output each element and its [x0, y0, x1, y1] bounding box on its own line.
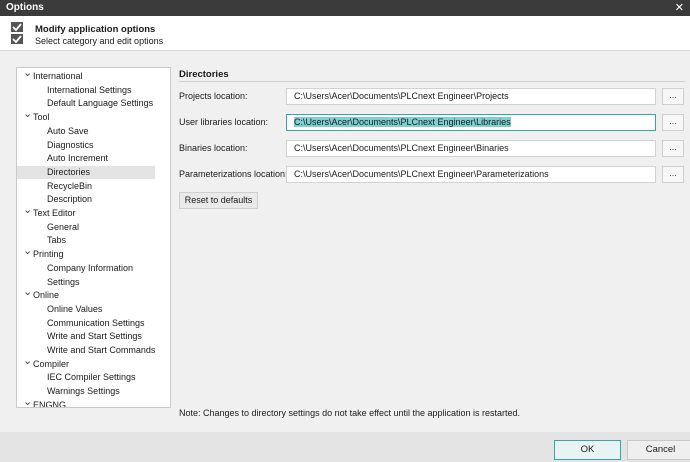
reset-to-defaults-button[interactable]: Reset to defaults [179, 192, 258, 209]
tree-item[interactable]: Communication Settings [17, 317, 155, 330]
chevron-down-icon[interactable]: ⌄ [23, 68, 32, 80]
tree-item[interactable]: ⌄ Tool [17, 108, 155, 124]
tree-item-label: Communication Settings [47, 317, 145, 328]
binaries-location-label: Binaries location: [179, 143, 248, 153]
tree-item[interactable]: RecycleBin [17, 180, 155, 193]
dialog-header: Modify application options Select catego… [0, 16, 690, 51]
tree-item[interactable]: IEC Compiler Settings [17, 371, 155, 384]
tree-item-label: Auto Save [47, 125, 89, 136]
tree-item-label: Tool [33, 112, 50, 123]
tree-item[interactable]: Auto Increment [17, 152, 155, 165]
tree-item[interactable]: Diagnostics [17, 139, 155, 152]
chevron-down-icon[interactable]: ⌄ [23, 355, 32, 368]
tree-item-label: Auto Increment [47, 153, 109, 164]
parameterizations-location-value: C:\Users\Acer\Documents\PLCnext Engineer… [294, 169, 549, 179]
tree-item-label: Company Information [47, 262, 134, 273]
tree-item[interactable]: Settings [17, 276, 155, 289]
tree-item[interactable]: Warnings Settings [17, 385, 155, 398]
chevron-down-icon[interactable]: ⌄ [23, 396, 32, 407]
tree-item-label: Description [47, 194, 93, 205]
tree-item-label: Text Editor [33, 208, 76, 218]
user-libraries-location-value: C:\Users\Acer\Documents\PLCnext Engineer… [294, 117, 511, 127]
tree-item-label: Diagnostics [47, 139, 94, 150]
tree-item-label: Tabs [47, 235, 67, 246]
user-libraries-location-label: User libraries location: [179, 117, 269, 127]
tree-item[interactable]: ⌄ ENGNG [17, 396, 155, 408]
tree-item[interactable]: International Settings [17, 84, 155, 97]
parameterizations-location-label: Parameterizations location: [179, 169, 288, 179]
checkbox-list-icon [10, 21, 24, 47]
user-libraries-location-field[interactable]: C:\Users\Acer\Documents\PLCnext Engineer… [286, 114, 656, 131]
tree-item[interactable]: Online Values [17, 303, 155, 316]
tree-item[interactable]: Auto Save [17, 125, 155, 138]
tree-item[interactable]: Write and Start Commands [17, 344, 155, 357]
projects-browse-button[interactable]: ... [662, 88, 684, 105]
close-icon[interactable]: ✕ [675, 1, 684, 14]
parameterizations-browse-button[interactable]: ... [662, 166, 684, 183]
tree-item-label: International [33, 71, 83, 81]
restart-note: Note: Changes to directory settings do n… [179, 408, 521, 418]
tree-item[interactable]: General [17, 221, 155, 234]
binaries-browse-button[interactable]: ... [662, 140, 684, 157]
tree-item-label: Write and Start Settings [47, 331, 142, 342]
tree-item[interactable]: ⌄ Text Editor [17, 204, 155, 220]
ok-button[interactable]: OK [554, 440, 621, 460]
section-divider [179, 81, 685, 82]
tree-item[interactable]: ⌄ International [17, 68, 155, 83]
category-tree[interactable]: ⌄ International International Settings Defa… [16, 67, 171, 408]
tree-item-label: Compiler [33, 358, 70, 369]
chevron-down-icon[interactable]: ⌄ [23, 108, 32, 121]
tree-item-label: IEC Compiler Settings [47, 372, 136, 383]
header-title: Modify application options [35, 24, 156, 35]
tree-item[interactable]: Description [17, 193, 155, 206]
tree-item-label: Online [33, 290, 60, 301]
projects-location-value: C:\Users\Acer\Documents\PLCnext Engineer… [294, 91, 509, 101]
tree-item-label: Online Values [47, 303, 103, 314]
user-libraries-browse-button[interactable]: ... [662, 114, 684, 131]
tree-item[interactable]: ⌄ Compiler [17, 355, 155, 371]
chevron-down-icon[interactable]: ⌄ [23, 204, 32, 217]
cancel-button[interactable]: Cancel [627, 440, 690, 460]
tree-item[interactable]: Write and Start Settings [17, 330, 155, 343]
tree-item-label: Write and Start Commands [47, 345, 156, 355]
tree-item[interactable]: Directories [17, 165, 155, 179]
binaries-location-field[interactable]: C:\Users\Acer\Documents\PLCnext Engineer… [286, 140, 656, 157]
tree-item[interactable]: ⌄ Printing [17, 245, 155, 261]
section-title: Directories [179, 69, 229, 80]
tree-item-label: Printing [33, 249, 64, 260]
tree-item-label: Default Language Settings [47, 98, 154, 109]
tree-item-label: Settings [47, 276, 80, 287]
tree-item-label: Warnings Settings [47, 386, 120, 397]
projects-location-label: Projects location: [179, 91, 248, 101]
tree-item[interactable]: ⌄ Online [17, 286, 155, 302]
parameterizations-location-field[interactable]: C:\Users\Acer\Documents\PLCnext Engineer… [286, 166, 656, 183]
projects-location-field[interactable]: C:\Users\Acer\Documents\PLCnext Engineer… [286, 88, 656, 105]
tree-item-label: RecycleBin [47, 180, 93, 191]
binaries-location-value: C:\Users\Acer\Documents\PLCnext Engineer… [294, 143, 509, 153]
tree-item[interactable]: Company Information [17, 262, 155, 275]
window-titlebar: Options ✕ [0, 0, 690, 16]
tree-item[interactable]: Tabs [17, 234, 155, 247]
chevron-down-icon[interactable]: ⌄ [23, 245, 32, 258]
tree-item-label: ENGNG [33, 399, 67, 408]
header-subtitle: Select category and edit options [35, 36, 164, 46]
tree-item[interactable]: Default Language Settings [17, 97, 155, 110]
chevron-down-icon[interactable]: ⌄ [23, 286, 32, 299]
window-title: Options [6, 2, 44, 13]
tree-item-label: International Settings [47, 84, 132, 95]
tree-item-label: Directories [47, 166, 91, 177]
tree-item-label: General [47, 221, 80, 232]
